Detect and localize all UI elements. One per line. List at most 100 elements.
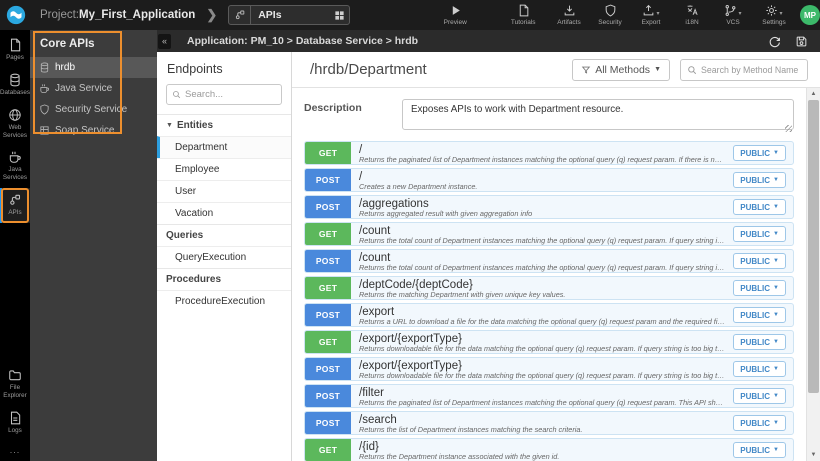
api-endpoint-row[interactable]: POST/export/{exportType} Returns download… [304,357,794,381]
caret-down-icon: ▾ [738,11,742,17]
access-dropdown[interactable]: PUBLIC ▼ [733,280,786,296]
method-badge-get: GET [305,223,351,245]
access-dropdown[interactable]: PUBLIC ▼ [733,415,786,431]
api-endpoint-row[interactable]: GET/export/{exportType} Returns downloada… [304,330,794,354]
endpoint-description: Returns the total count of Department in… [359,236,726,245]
method-search-input[interactable] [701,64,801,75]
access-dropdown[interactable]: PUBLIC ▼ [733,388,786,404]
access-dropdown[interactable]: PUBLIC ▼ [733,145,786,161]
core-api-item-security-service[interactable]: Security Service [30,99,157,120]
topbar-item-label: i18N [685,19,699,26]
refresh-icon[interactable] [768,35,781,48]
module-selector[interactable]: APIs [228,5,351,25]
endpoint-nav-item-vacation[interactable]: Vacation [157,202,291,224]
access-dropdown[interactable]: PUBLIC ▼ [733,307,786,323]
sidebar-item-logs[interactable]: Logs [0,406,30,441]
access-dropdown[interactable]: PUBLIC ▼ [733,361,786,377]
api-endpoint-row[interactable]: GET / Returns the paginated list of Depart… [304,141,794,165]
endpoint-nav-item-employee[interactable]: Employee [157,158,291,180]
save-icon[interactable] [795,35,808,48]
api-endpoint-row[interactable]: POST/search Returns the list of Departmen… [304,411,794,435]
i18n-translate-icon [686,4,699,17]
endpoint-nav-item-user[interactable]: User [157,180,291,202]
api-endpoint-row[interactable]: POST/filter Returns the paginated list of… [304,384,794,408]
access-dropdown[interactable]: PUBLIC ▼ [733,226,786,242]
core-api-item-soap-service[interactable]: Soap Service [30,120,157,141]
security-shield-icon [39,104,50,115]
api-endpoint-row[interactable]: POST / Creates a new Department instance. P… [304,168,794,192]
sidebar-item-web-services[interactable]: Web Services [0,103,30,146]
topbar-item-artifacts[interactable]: Artifacts [554,4,584,26]
topbar-item-security[interactable]: Security [595,4,625,26]
endpoints-section-procedures[interactable]: Procedures [157,268,291,290]
topbar-item-i18n[interactable]: i18N [677,4,707,26]
api-endpoint-row[interactable]: POST/aggregations Returns aggregated resu… [304,195,794,219]
endpoint-path: /export/{exportType} [359,360,462,372]
core-api-item-hrdb[interactable]: hrdb [30,57,157,78]
vcs-branch-icon [724,4,737,17]
api-endpoint-row[interactable]: POST/count Returns the total count of Dep… [304,249,794,273]
access-dropdown[interactable]: PUBLIC ▼ [733,334,786,350]
core-api-item-label: Security Service [55,104,128,115]
endpoint-path: /deptCode/{deptCode} [359,279,473,291]
wavemaker-logo[interactable] [0,0,32,30]
endpoint-actions: PUBLIC ▼ [733,196,793,218]
methods-filter-dropdown[interactable]: All Methods ▼ [572,58,670,81]
sidebar-item-databases[interactable]: Databases [0,68,30,103]
endpoint-actions: PUBLIC ▼ [733,439,793,461]
endpoints-section-entities[interactable]: ▼ Entities [157,114,291,136]
scrollbar-thumb[interactable] [808,100,819,393]
endpoint-info: /filter Returns the paginated list of Dep… [351,385,733,407]
endpoint-info: /{id} Returns the Department instance ass… [351,439,733,461]
sidebar-item-apis[interactable]: APIs [0,188,30,224]
access-dropdown[interactable]: PUBLIC ▼ [733,442,786,458]
collapse-panel-button[interactable]: « [158,33,171,49]
sidebar-item-java-services[interactable]: Java Services [0,145,30,188]
endpoint-actions: PUBLIC ▼ [733,331,793,353]
topbar-item-settings[interactable]: ▾ Settings [759,4,789,26]
api-nodes-icon [234,9,246,21]
access-dropdown[interactable]: PUBLIC ▼ [733,172,786,188]
endpoint-description: Returns the paginated list of Department… [359,155,726,164]
core-api-item-java-service[interactable]: Java Service [30,78,157,99]
api-endpoint-row[interactable]: GET/count Returns the total count of Depa… [304,222,794,246]
endpoint-nav-item-department[interactable]: Department [157,136,291,158]
method-badge-post: POST [305,412,351,434]
api-endpoint-row[interactable]: POST/export Returns a URL to download a f… [304,303,794,327]
caret-down-icon: ▼ [773,231,779,237]
endpoint-nav-item-procedureexecution[interactable]: ProcedureExecution [157,290,291,312]
access-dropdown[interactable]: PUBLIC ▼ [733,199,786,215]
topbar-item-iconrow: ▾ [642,4,660,17]
endpoint-nav-item-queryexecution[interactable]: QueryExecution [157,246,291,268]
access-label: PUBLIC [740,418,771,428]
topbar-item-label: VCS [726,19,740,26]
api-endpoint-row[interactable]: GET/deptCode/{deptCode} Returns the match… [304,276,794,300]
endpoints-section-queries[interactable]: Queries [157,224,291,246]
topbar-item-iconrow: ▾ [724,4,742,17]
sidebar-item-label: Logs [8,427,22,435]
caret-down-icon: ▼ [773,393,779,399]
topbar-item-iconrow [686,4,699,17]
scrollbar-down-arrow[interactable]: ▼ [807,449,820,461]
access-label: PUBLIC [740,256,771,266]
endpoints-search-input[interactable] [185,89,276,100]
sidebar-item-pages[interactable]: Pages [0,33,30,68]
sidebar-item-file-explorer[interactable]: File Explorer [0,363,30,406]
filter-icon [581,65,591,75]
caret-down-icon: ▼ [773,366,779,372]
topbar-item-export[interactable]: ▾ Export [636,4,666,26]
core-api-item-label: Soap Service [55,125,115,136]
preview-button[interactable]: Preview [440,4,470,26]
sidebar-item-label: Web Services [2,123,28,139]
api-endpoint-row[interactable]: GET/{id} Returns the Department instance … [304,438,794,461]
topbar-item-vcs[interactable]: ▾ VCS [718,4,748,26]
scrollbar-up-arrow[interactable]: ▲ [807,88,820,100]
access-dropdown[interactable]: PUBLIC ▼ [733,253,786,269]
more-options-button[interactable]: ... [0,441,30,461]
tutorials-button[interactable]: Tutorials [508,4,538,26]
activity-bar: Pages Databases Web Services Java Services A… [0,30,30,461]
description-textarea[interactable]: Exposes APIs to work with Department res… [402,99,794,130]
endpoint-path: /count [359,252,391,264]
endpoint-description: Returns the Department instance associat… [359,452,560,461]
user-avatar[interactable]: MP [800,5,820,25]
